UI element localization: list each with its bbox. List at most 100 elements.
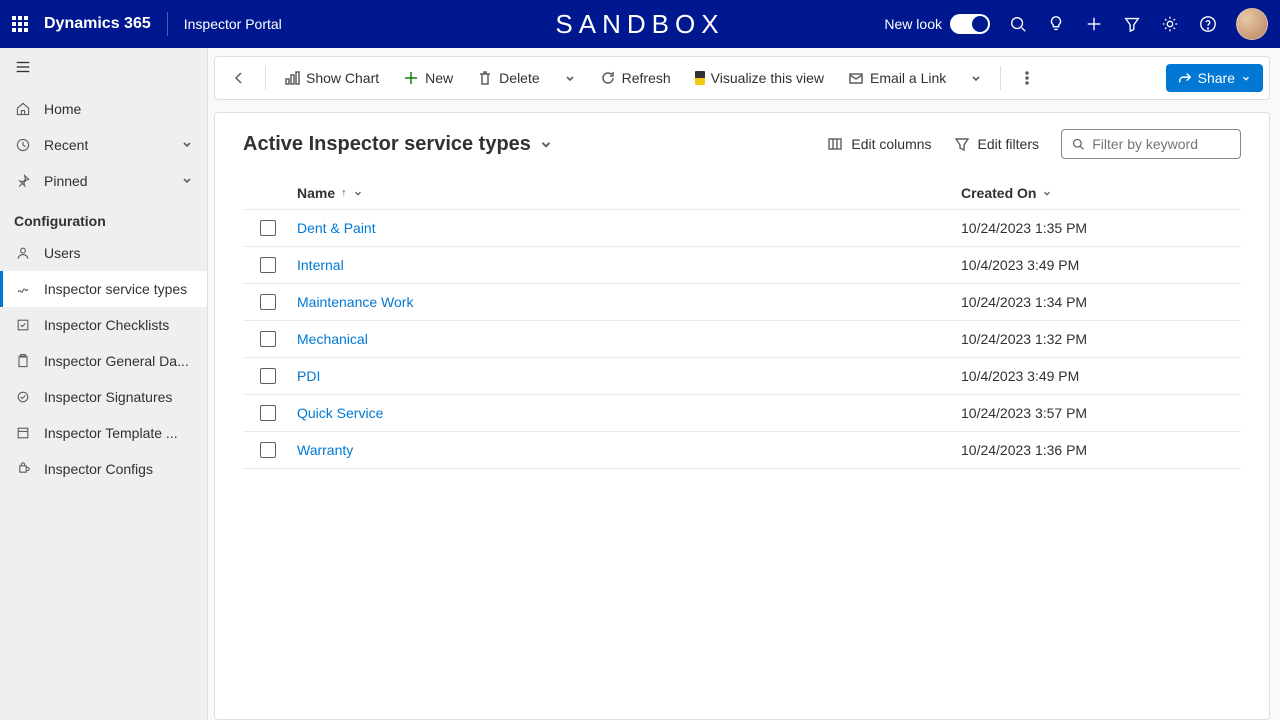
sidebar-item-home[interactable]: Home <box>0 91 207 127</box>
sidebar: Home Recent Pinned Configuration Users I… <box>0 48 208 720</box>
new-look-toggle[interactable]: New look <box>884 14 990 34</box>
puzzle-icon <box>14 460 32 478</box>
help-icon[interactable] <box>1198 14 1218 34</box>
command-bar: Show Chart New Delete Refresh Visualize … <box>214 56 1270 100</box>
record-link[interactable]: Internal <box>297 257 344 273</box>
row-created-cell: 10/4/2023 3:49 PM <box>961 257 1241 273</box>
email-icon <box>848 70 864 86</box>
user-avatar[interactable] <box>1236 8 1268 40</box>
plus-icon[interactable] <box>1084 14 1104 34</box>
row-created-cell: 10/24/2023 1:36 PM <box>961 442 1241 458</box>
sandbox-label: SANDBOX <box>555 9 724 40</box>
chevron-down-icon <box>353 188 363 198</box>
column-label: Created On <box>961 185 1036 201</box>
header-divider <box>167 12 168 36</box>
email-dropdown[interactable] <box>960 66 992 90</box>
row-checkbox[interactable] <box>260 368 276 384</box>
sidebar-item-recent[interactable]: Recent <box>0 127 207 163</box>
delete-button[interactable]: Delete <box>467 64 549 92</box>
sidebar-item-pinned[interactable]: Pinned <box>0 163 207 199</box>
row-created-cell: 10/24/2023 3:57 PM <box>961 405 1241 421</box>
column-header-name[interactable]: Name ↑ <box>293 185 961 201</box>
sidebar-item-users[interactable]: Users <box>0 235 207 271</box>
plus-icon <box>403 70 419 86</box>
sidebar-item-label: Inspector service types <box>44 281 187 297</box>
sidebar-collapse-button[interactable] <box>0 48 207 91</box>
pin-icon <box>14 172 32 190</box>
sidebar-item-label: Recent <box>44 137 88 153</box>
record-link[interactable]: PDI <box>297 368 320 384</box>
show-chart-button[interactable]: Show Chart <box>274 64 389 92</box>
more-commands-button[interactable] <box>1009 64 1045 92</box>
filter-keyword-box[interactable] <box>1061 129 1241 159</box>
table-row[interactable]: Internal 10/4/2023 3:49 PM <box>243 247 1241 284</box>
email-link-button[interactable]: Email a Link <box>838 64 956 92</box>
row-name-cell: Maintenance Work <box>293 294 961 310</box>
sidebar-item-label: Users <box>44 245 81 261</box>
record-link[interactable]: Dent & Paint <box>297 220 376 236</box>
lightbulb-icon[interactable] <box>1046 14 1066 34</box>
table-row[interactable]: Dent & Paint10/24/2023 1:35 PM <box>243 210 1241 247</box>
record-link[interactable]: Quick Service <box>297 405 383 421</box>
row-name-cell: Quick Service <box>293 405 961 421</box>
table-row[interactable]: Mechanical10/24/2023 1:32 PM <box>243 321 1241 358</box>
row-checkbox[interactable] <box>260 294 276 310</box>
more-vertical-icon <box>1019 70 1035 86</box>
delete-dropdown[interactable] <box>554 66 586 90</box>
app-launcher-icon[interactable] <box>12 16 28 32</box>
separator <box>265 66 266 90</box>
visualize-button[interactable]: Visualize this view <box>685 64 834 92</box>
table-row[interactable]: Maintenance Work10/24/2023 1:34 PM <box>243 284 1241 321</box>
edit-columns-button[interactable]: Edit columns <box>827 136 931 152</box>
table-row[interactable]: Warranty 10/24/2023 1:36 PM <box>243 432 1241 469</box>
chevron-down-icon <box>181 137 193 153</box>
share-button[interactable]: Share <box>1166 64 1263 92</box>
record-link[interactable]: Mechanical <box>297 331 368 347</box>
clipboard-icon <box>14 352 32 370</box>
refresh-icon <box>600 70 616 86</box>
back-button[interactable] <box>221 64 257 92</box>
row-checkbox-cell <box>243 257 293 273</box>
row-checkbox[interactable] <box>260 442 276 458</box>
record-link[interactable]: Maintenance Work <box>297 294 413 310</box>
search-icon[interactable] <box>1008 14 1028 34</box>
sort-asc-icon: ↑ <box>341 187 347 199</box>
filter-keyword-input[interactable] <box>1092 136 1230 152</box>
row-checkbox[interactable] <box>260 257 276 273</box>
row-checkbox[interactable] <box>260 405 276 421</box>
toggle-switch[interactable] <box>950 14 990 34</box>
row-checkbox[interactable] <box>260 331 276 347</box>
row-checkbox-cell <box>243 368 293 384</box>
sidebar-item-label: Inspector Template ... <box>44 425 178 441</box>
view-tools: Edit columns Edit filters <box>827 129 1241 159</box>
sidebar-item-general-data[interactable]: Inspector General Da... <box>0 343 207 379</box>
record-link[interactable]: Warranty <box>297 442 353 458</box>
gear-icon[interactable] <box>1160 14 1180 34</box>
sidebar-item-label: Inspector Checklists <box>44 317 169 333</box>
new-button[interactable]: New <box>393 64 463 92</box>
row-checkbox[interactable] <box>260 220 276 236</box>
table-row[interactable]: Quick Service 10/24/2023 3:57 PM <box>243 395 1241 432</box>
view-selector[interactable]: Active Inspector service types <box>243 133 553 156</box>
sidebar-item-signatures[interactable]: Inspector Signatures <box>0 379 207 415</box>
brand-label: Dynamics 365 <box>44 15 151 33</box>
edit-filters-button[interactable]: Edit filters <box>954 136 1039 152</box>
sidebar-item-checklists[interactable]: Inspector Checklists <box>0 307 207 343</box>
clock-icon <box>14 136 32 154</box>
sidebar-item-template[interactable]: Inspector Template ... <box>0 415 207 451</box>
column-label: Name <box>297 185 335 201</box>
refresh-button[interactable]: Refresh <box>590 64 681 92</box>
tool-label: Edit columns <box>851 136 931 152</box>
chevron-down-icon <box>1042 188 1052 198</box>
chevron-down-icon <box>181 173 193 189</box>
header-right: New look <box>884 8 1268 40</box>
cmd-label: New <box>425 70 453 86</box>
sidebar-item-configs[interactable]: Inspector Configs <box>0 451 207 487</box>
filter-funnel-icon[interactable] <box>1122 14 1142 34</box>
row-checkbox-cell <box>243 331 293 347</box>
cmd-label: Delete <box>499 70 539 86</box>
column-header-created[interactable]: Created On <box>961 185 1241 201</box>
grid-body: Dent & Paint10/24/2023 1:35 PM Internal 10… <box>243 210 1241 469</box>
table-row[interactable]: PDI10/4/2023 3:49 PM <box>243 358 1241 395</box>
sidebar-item-service-types[interactable]: Inspector service types <box>0 271 207 307</box>
